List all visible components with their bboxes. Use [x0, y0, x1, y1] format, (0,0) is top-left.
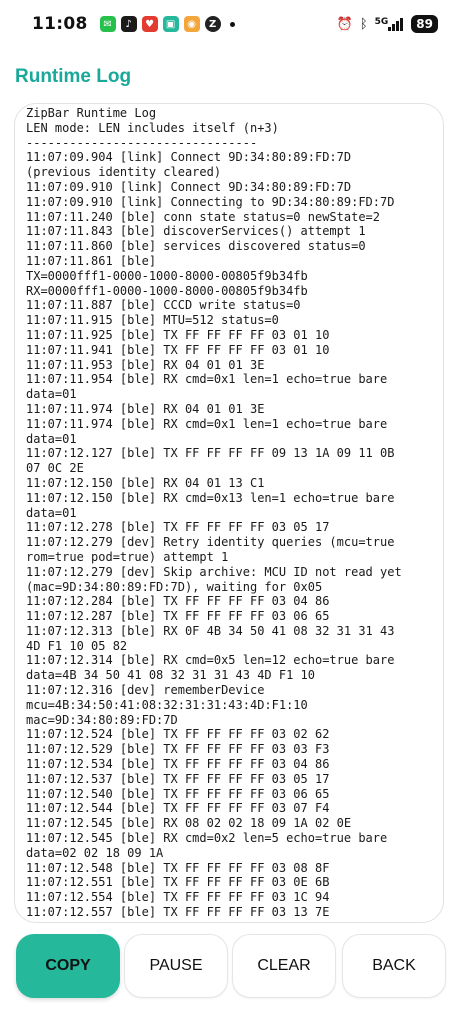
log-text: ZipBar Runtime Log LEN mode: LEN include…	[26, 106, 402, 920]
battery-level: 89	[411, 15, 438, 33]
status-right: ⏰ ᛒ 5G 89	[337, 15, 438, 33]
button-row: COPY PAUSE CLEAR BACK	[0, 934, 460, 998]
more-notifications-icon	[229, 21, 235, 27]
alarm-icon: ⏰	[336, 16, 353, 32]
back-button[interactable]: BACK	[342, 934, 446, 998]
xiaohongshu-icon: ▣	[162, 16, 179, 32]
clear-button[interactable]: CLEAR	[232, 934, 336, 998]
pinduoduo-icon: ♥	[141, 16, 158, 32]
status-time: 11:08	[32, 14, 88, 34]
notification-icons: ✉ ♪ ♥ ▣ ◉ Z	[99, 16, 235, 32]
tiktok-icon: ♪	[120, 16, 137, 32]
copy-button[interactable]: COPY	[16, 934, 120, 998]
mail-app-icon: ◉	[183, 16, 200, 32]
network-type: 5G	[374, 16, 389, 27]
z-app-icon: Z	[204, 16, 221, 32]
log-panel[interactable]: ZipBar Runtime Log LEN mode: LEN include…	[14, 103, 444, 923]
wechat-icon: ✉	[99, 16, 116, 32]
page-title: Runtime Log	[15, 66, 132, 87]
signal-icon: 5G	[374, 16, 405, 31]
signal-bars-icon	[388, 17, 404, 31]
status-bar: 11:08 ✉ ♪ ♥ ▣ ◉ Z ⏰ ᛒ 5G 89	[0, 0, 460, 48]
pause-button[interactable]: PAUSE	[124, 934, 228, 998]
bluetooth-icon: ᛒ	[359, 16, 368, 32]
